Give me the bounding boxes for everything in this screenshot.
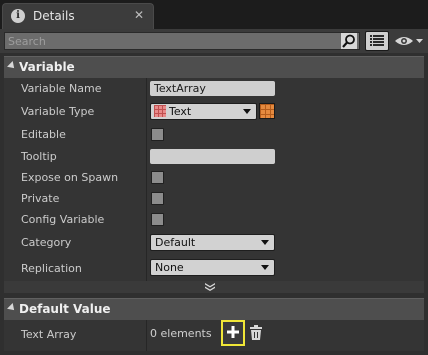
collapse-arrow-icon [7,61,17,71]
property-matrix-button[interactable] [365,31,389,51]
section-title: Default Value [19,302,111,316]
info-icon: i [11,9,25,23]
property-label: Config Variable [21,213,105,226]
tab-details[interactable]: i Details ✕ [2,3,154,29]
property-label: Variable Name [21,82,102,95]
property-row-config-variable: Config Variable [4,210,424,230]
property-row-editable: Editable [4,124,424,144]
property-label: Private [21,192,60,205]
collapse-arrow-icon [7,303,17,313]
trash-icon[interactable] [249,325,263,341]
eye-icon [395,37,423,45]
array-element-count: 0 elements [150,327,212,340]
property-row-replication: Replication None [4,257,424,279]
property-row-category: Category Default [4,232,424,254]
search-icon[interactable] [341,33,357,49]
property-row-expose-on-spawn: Expose on Spawn [4,168,424,188]
category-value: Default [155,236,196,249]
close-icon[interactable]: ✕ [131,7,147,23]
variable-properties: Variable Name TextArray Variable Type Te… [4,78,424,281]
search-input[interactable] [8,33,333,49]
grid-list-icon [370,35,384,46]
section-header-variable[interactable]: Variable [4,56,424,78]
advanced-expander[interactable] [4,281,424,293]
property-label: Tooltip [21,150,57,163]
plus-icon [227,326,239,338]
replication-combo[interactable]: None [150,259,275,276]
text-type-icon [154,105,166,117]
property-row-private: Private [4,189,424,209]
property-row-variable-type: Variable Type Text [4,100,424,122]
search-bar [0,29,428,53]
variable-type-value: Text [169,105,192,118]
property-label: Variable Type [21,105,95,118]
editable-checkbox[interactable] [151,128,164,141]
chevron-down-icon [243,109,251,114]
replication-value: None [155,261,184,274]
variable-type-combo[interactable]: Text [150,103,257,120]
default-value-properties: Text Array 0 elements [4,320,424,351]
private-checkbox[interactable] [151,192,164,205]
tooltip-input[interactable] [150,149,275,164]
view-options-button[interactable] [393,32,425,50]
config-variable-checkbox[interactable] [151,213,164,226]
section-header-default-value[interactable]: Default Value [4,298,424,320]
container-type-icon[interactable] [259,103,275,119]
property-label: Expose on Spawn [21,171,119,184]
section-title: Variable [19,60,75,74]
chevron-down-icon [261,265,269,270]
variable-name-input[interactable]: TextArray [150,81,275,96]
tab-bar: i Details ✕ [0,0,428,29]
double-chevron-down-icon [205,283,215,291]
expose-on-spawn-checkbox[interactable] [151,171,164,184]
property-label: Editable [21,128,66,141]
property-row-tooltip: Tooltip [4,146,424,166]
add-element-button[interactable] [221,320,245,346]
chevron-down-icon [261,240,269,245]
category-combo[interactable]: Default [150,234,275,251]
tab-title: Details [33,9,75,23]
property-row-text-array: Text Array 0 elements [4,320,424,348]
property-label: Category [21,236,72,249]
property-row-variable-name: Variable Name TextArray [4,78,424,98]
property-label: Text Array [21,328,77,341]
property-label: Replication [21,262,82,275]
search-field [4,32,360,50]
